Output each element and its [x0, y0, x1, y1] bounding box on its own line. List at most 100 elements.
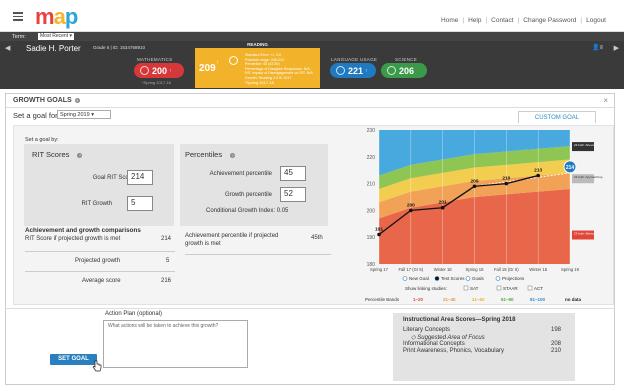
percentile-band-label: 1–20 — [413, 297, 424, 302]
test-score-label: 191 — [375, 227, 383, 233]
percentile-band-label: 81–100 — [530, 297, 546, 302]
linking-checkbox — [527, 285, 533, 291]
student-menu-icon[interactable]: 👤≡ — [592, 44, 603, 51]
nav-help[interactable]: Help — [468, 17, 481, 24]
percentile-band-label: 41–60 — [472, 297, 485, 302]
legend-label: Projections — [502, 276, 525, 281]
rit-growth-label: RIT Growth — [81, 201, 112, 207]
average-score-value: 216 — [161, 278, 172, 284]
ia-row-label: Informational Concepts — [403, 341, 465, 347]
growth-percentile-label: Growth percentile — [224, 192, 272, 198]
ia-row-value: 208 — [550, 341, 561, 347]
rit-scores-box: RIT Scores? Goal RIT Score 214 RIT Growt… — [24, 144, 174, 226]
hand-cursor-icon — [92, 360, 102, 372]
math-trend-icon: ↑ — [169, 67, 172, 74]
student-id: Grade 5 | ID: 1534768910 — [93, 45, 145, 50]
percentile-band-label: no data — [565, 297, 581, 302]
y-tick-label: 230 — [367, 128, 376, 134]
instructional-title: Instructional Area Scores—Spring 2018 — [403, 317, 516, 323]
x-tick-label: Spring 18 — [466, 267, 485, 272]
growth-goals-title: GROWTH GOALS? — [13, 97, 80, 104]
prev-student-icon[interactable]: ◀ — [5, 44, 10, 52]
right-annotation-label: 23 both: Above — [574, 143, 594, 147]
math-score: 200 — [152, 65, 168, 76]
tab-custom-goal[interactable]: CUSTOM GOAL — [518, 111, 596, 123]
test-score-point — [440, 205, 445, 210]
rit-growth-input[interactable]: 5 — [127, 196, 153, 211]
close-icon[interactable]: × — [603, 96, 608, 105]
right-annotation-label: 23 both: Below — [574, 232, 595, 236]
science-label: SCIENCE — [395, 57, 418, 62]
nav-home[interactable]: Home — [441, 17, 458, 24]
action-plan-label: Action Plan (optional) — [105, 311, 163, 317]
test-score-point — [504, 181, 509, 186]
legend-swatch — [495, 276, 501, 281]
test-score-label: 201 — [439, 200, 447, 206]
percentile-bands-label: Percentile Bands — [365, 297, 400, 302]
percentile-band-label: 61–80 — [501, 297, 514, 302]
suggested-focus-label: ◇ Suggested Area of Focus — [411, 335, 485, 341]
language-trend-icon: ↑ — [365, 67, 368, 74]
legend-label: New Goal — [409, 276, 429, 281]
test-score-label: 210 — [502, 176, 510, 182]
action-plan-textarea[interactable]: What actions will be taken to achieve th… — [103, 320, 248, 368]
legend-label: Goals — [472, 276, 485, 281]
map-logo[interactable]: map — [35, 4, 78, 30]
linking-studies-label: Show linking studies: — [405, 286, 447, 291]
instructional-area-box: Instructional Area Scores—Spring 2018 Li… — [393, 313, 575, 381]
term-bar: Term: Most Recent ▾ — [0, 32, 624, 41]
x-tick-label: Winter 18 — [434, 267, 453, 272]
projected-growth-value: 5 — [166, 258, 170, 264]
help-icon[interactable]: ? — [74, 97, 80, 103]
math-score-pill[interactable]: 200 ↑ — [134, 63, 184, 78]
next-student-icon[interactable]: ▶ — [614, 44, 619, 52]
divider — [185, 254, 331, 255]
test-score-point — [472, 184, 477, 189]
set-goal-button[interactable]: SET GOAL — [50, 354, 97, 365]
percentiles-help-icon[interactable]: ? — [230, 152, 236, 158]
right-annotation-label: 23 both: Approaching — [574, 175, 603, 179]
linking-label: ACT — [534, 286, 543, 291]
language-score-pill[interactable]: 221 ↑ — [330, 63, 376, 78]
top-nav: Home | Help | Contact | Change Password | Lo… — [441, 17, 606, 24]
science-score-pill[interactable]: 206 — [381, 63, 427, 78]
nav-logout[interactable]: Logout — [586, 17, 606, 24]
nav-change-password[interactable]: Change Password — [523, 17, 576, 24]
nav-contact[interactable]: Contact — [491, 17, 513, 24]
reading-trend-icon: ↑ — [216, 60, 219, 66]
language-label: LANGUAGE USAGE — [331, 57, 378, 62]
legend-swatch — [402, 276, 408, 281]
ach-if-met-label: Achievement percentile if projected grow… — [185, 233, 279, 247]
legend-swatch — [434, 276, 440, 281]
achievement-percentile-input[interactable]: 45 — [280, 166, 306, 181]
reading-label: READING — [247, 42, 268, 47]
reading-score-card[interactable]: READING 209 ↑ Standard Error: +/- 3.0 Po… — [195, 42, 320, 88]
divider — [25, 251, 175, 252]
test-score-point — [409, 208, 413, 213]
divider — [5, 308, 615, 309]
season-select[interactable]: Spring 2019 ▾ — [57, 110, 111, 119]
reading-book-icon — [229, 56, 238, 65]
test-score-point — [377, 232, 381, 237]
ia-row-value: 198 — [550, 327, 561, 333]
x-tick-label: Spring 17 — [370, 267, 389, 272]
linking-checkbox — [496, 285, 502, 291]
x-tick-label: Fall 17 (Gr 5) — [398, 267, 423, 272]
growth-percentile-input[interactable]: 52 — [280, 187, 306, 202]
x-tick-label: Fall 18 (Gr 6) — [494, 267, 519, 272]
percentile-band-label: 21–40 — [443, 297, 456, 302]
science-icon — [387, 66, 396, 75]
term-select[interactable]: Most Recent ▾ — [38, 33, 74, 40]
science-score: 206 — [399, 65, 415, 76]
y-tick-label: 190 — [367, 235, 376, 241]
rit-help-icon[interactable]: ? — [77, 152, 83, 158]
test-score-label: 213 — [534, 168, 542, 174]
math-icon — [140, 66, 149, 75]
math-label: MATHEMATICS — [137, 57, 173, 62]
goal-rit-input[interactable]: 214 — [127, 170, 153, 185]
divider — [25, 271, 175, 272]
x-tick-label: Winter 18 — [529, 267, 548, 272]
menu-icon[interactable] — [13, 12, 23, 21]
comparisons-title: Achievement and growth comparisons — [25, 227, 141, 234]
student-name: Sadie H. Porter — [26, 44, 81, 53]
